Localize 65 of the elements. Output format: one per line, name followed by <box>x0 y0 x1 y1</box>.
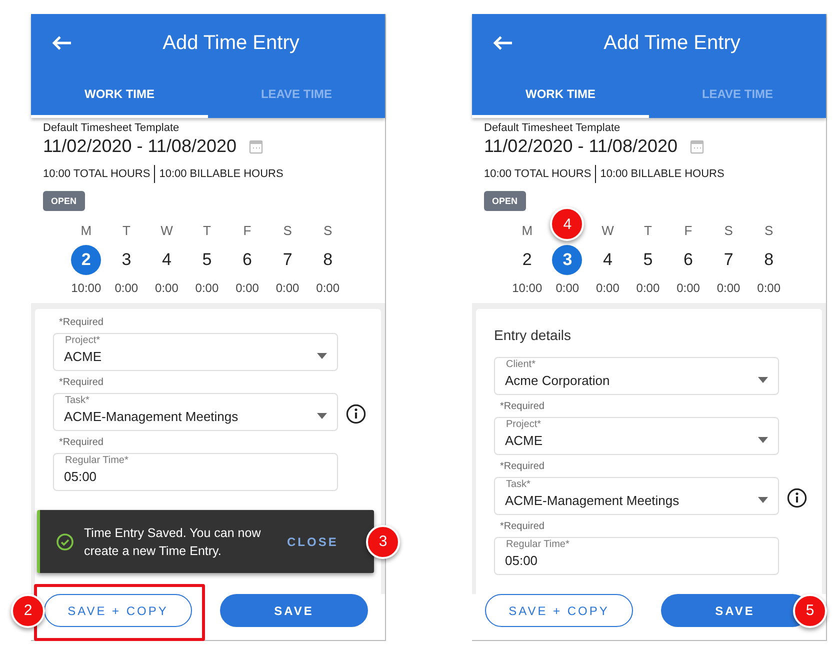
step-number-tooltip: 3 <box>366 524 400 558</box>
status-badge: OPEN <box>484 191 526 211</box>
weekday-label: M <box>80 223 92 240</box>
field-label: Regular Time* <box>505 539 570 550</box>
day-hours: 0:00 <box>114 281 138 295</box>
field-value: 05:00 <box>505 553 539 568</box>
day-hours: 0:00 <box>556 281 580 295</box>
required-note: *Required <box>500 401 546 412</box>
step-number-tooltip: 5 <box>793 594 827 628</box>
day-hours: 0:00 <box>636 281 660 295</box>
field-value: ACME <box>64 349 103 364</box>
weekday-label: S <box>724 223 733 240</box>
total-hours: 10:00 TOTAL HOURS <box>484 168 592 180</box>
field-value: ACME-Management Meetings <box>64 409 240 424</box>
status-badge: OPEN <box>43 191 85 211</box>
weekday-label: W <box>160 223 173 240</box>
field-value: ACME-Management Meetings <box>505 493 680 508</box>
day-hours: 10:00 <box>512 281 542 295</box>
day-hours: 0:00 <box>716 281 740 295</box>
date-range: 11/02/2020 - 11/08/2020 <box>43 135 236 157</box>
date-range: 11/02/2020 - 11/08/2020 <box>484 135 678 157</box>
day-hours: 0:00 <box>276 281 300 295</box>
day-hours: 10:00 <box>71 281 102 295</box>
required-note: *Required <box>59 377 104 388</box>
template-name: Default Timesheet Template <box>484 122 622 135</box>
day-hours: 0:00 <box>155 281 178 295</box>
day-hours: 0:00 <box>195 281 219 295</box>
field-label: Regular Time* <box>64 455 130 466</box>
screen-title: Add Time Entry <box>162 32 300 54</box>
field-value: Acme Corporation <box>505 373 611 388</box>
weekday-label: F <box>243 223 252 240</box>
day-hours: 0:00 <box>316 281 340 295</box>
weekday-label: M <box>522 223 533 240</box>
weekday-label: F <box>684 223 692 240</box>
required-note: *Required <box>59 437 104 448</box>
weekday-label: T <box>203 223 211 240</box>
field-label: Project* <box>64 335 102 346</box>
weekday-label: W <box>602 223 614 240</box>
field-label: Client* <box>505 359 536 370</box>
day-hours: 0:00 <box>676 281 700 295</box>
day-hours: 0:00 <box>757 281 780 295</box>
weekday-label: T <box>644 223 652 240</box>
template-name: Default Timesheet Template <box>43 122 180 135</box>
required-note: *Required <box>59 317 104 328</box>
step-number-tooltip: 4 <box>550 207 584 241</box>
day-hours: 0:00 <box>236 281 259 295</box>
day-hours: 0:00 <box>596 281 620 295</box>
required-note: *Required <box>500 461 546 472</box>
billable-hours: 10:00 BILLABLE HOURS <box>159 168 284 180</box>
weekday-label: S <box>283 223 292 240</box>
step-number-tooltip: 2 <box>11 594 45 628</box>
field-value: ACME <box>505 433 544 448</box>
billable-hours: 10:00 BILLABLE HOURS <box>600 168 724 180</box>
weekday-label: T <box>122 223 130 240</box>
weekday-label: S <box>764 223 774 240</box>
toast-message: Time Entry Saved. You can now create a new Time Entry. <box>84 524 262 560</box>
field-value: 05:00 <box>64 469 98 484</box>
total-hours: 10:00 TOTAL HOURS <box>43 168 150 180</box>
weekday-label: S <box>323 223 332 240</box>
required-note: *Required <box>500 521 546 532</box>
section-heading: Entry details <box>494 327 572 343</box>
screen-title: Add Time Entry <box>602 32 742 54</box>
field-label: Task* <box>505 479 532 490</box>
field-label: Task* <box>64 395 90 406</box>
field-label: Project* <box>505 419 542 430</box>
